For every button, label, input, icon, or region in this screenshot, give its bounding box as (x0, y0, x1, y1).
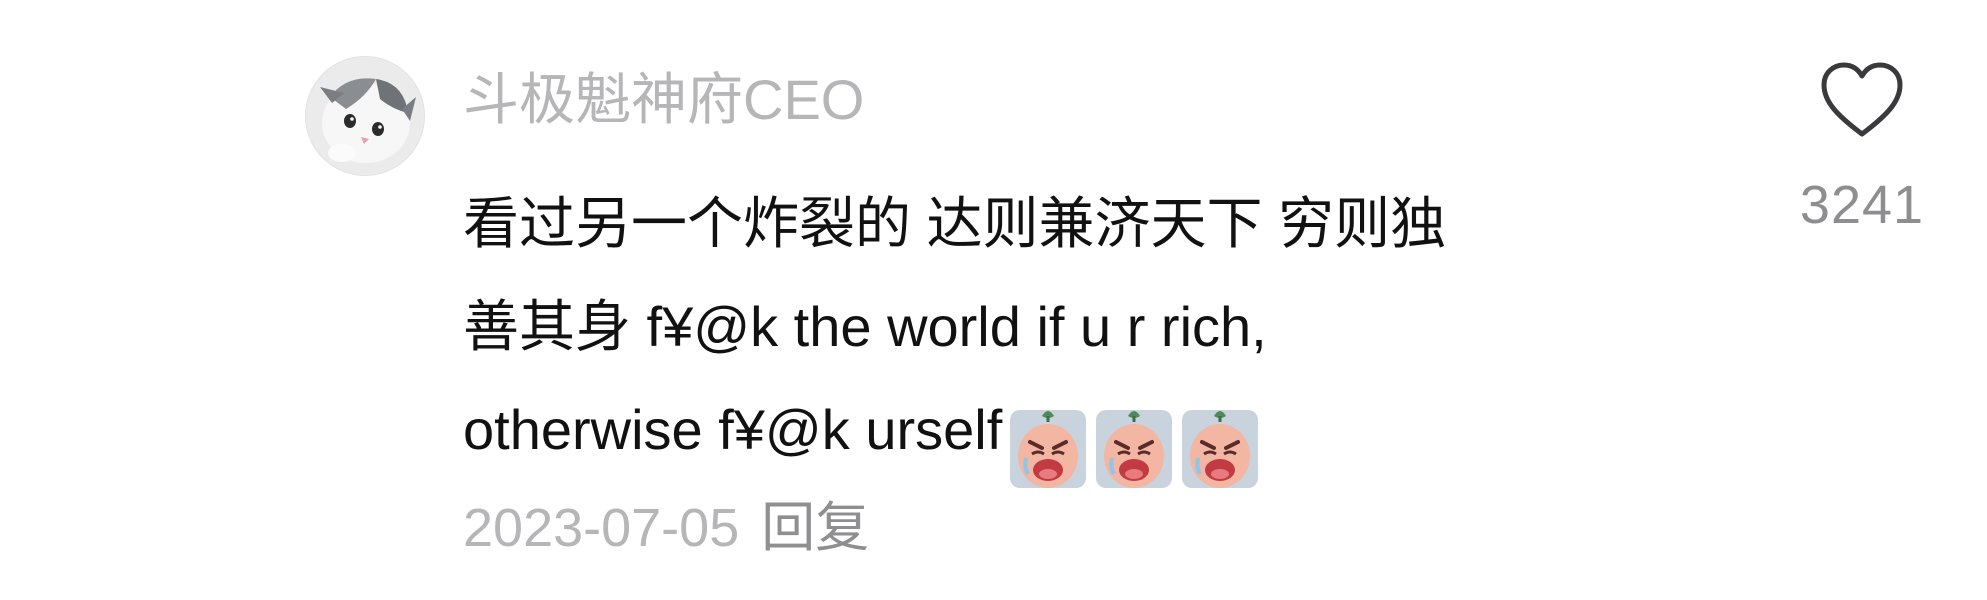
comment-text-segment: otherwise f¥@k urself (463, 398, 1003, 461)
crying-face-emoji (1010, 410, 1087, 489)
comment-text-line: otherwise f¥@k urself (463, 378, 1713, 489)
comment-meta: 2023-07-05 回复 (463, 493, 869, 563)
crying-face-emoji (1096, 410, 1173, 489)
like-control[interactable]: 3241 (1782, 60, 1942, 237)
heart-outline-icon[interactable] (1818, 60, 1906, 140)
avatar[interactable] (305, 56, 425, 176)
reply-button[interactable]: 回复 (761, 498, 869, 558)
comment-date: 2023-07-05 (463, 498, 740, 558)
cat-avatar-icon (306, 57, 424, 175)
like-count: 3241 (1799, 175, 1925, 235)
comment-item: 斗极魁神府CEO 看过另一个炸裂的 达则兼济天下 穷则独 善其身 f¥@k th… (0, 0, 1987, 600)
username[interactable]: 斗极魁神府CEO (463, 64, 864, 136)
emoji-group (1008, 392, 1266, 495)
comment-text-line: 善其身 f¥@k the world if u r rich, (463, 295, 1267, 358)
comment-text: 看过另一个炸裂的 达则兼济天下 穷则独 善其身 f¥@k the world i… (463, 172, 1713, 489)
comment-text-line: 看过另一个炸裂的 达则兼济天下 穷则独 (463, 192, 1447, 255)
crying-face-emoji (1182, 410, 1259, 489)
